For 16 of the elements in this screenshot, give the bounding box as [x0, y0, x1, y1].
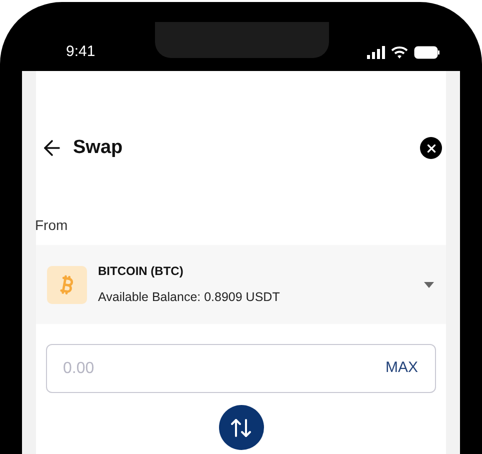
close-icon: [424, 142, 438, 154]
coin-selector[interactable]: BITCOIN (BTC) Available Balance: 0.8909 USDT: [36, 245, 446, 324]
close-button[interactable]: [420, 137, 442, 159]
wifi-icon: [391, 46, 408, 59]
page-title: Swap: [73, 136, 123, 160]
signal-icon: [367, 46, 385, 59]
battery-icon: [414, 46, 440, 59]
status-time: 9:41: [66, 42, 96, 62]
amount-field[interactable]: 0.00 MAX: [46, 344, 436, 393]
dropdown-caret-icon: [424, 282, 434, 288]
bitcoin-icon: [47, 266, 87, 304]
swap-direction-button[interactable]: [218, 405, 264, 450]
max-button[interactable]: MAX: [385, 357, 418, 380]
available-balance: Available Balance: 0.8909 USDT: [98, 289, 281, 306]
from-label: From: [35, 216, 69, 235]
coin-name: BITCOIN (BTC): [98, 263, 184, 280]
